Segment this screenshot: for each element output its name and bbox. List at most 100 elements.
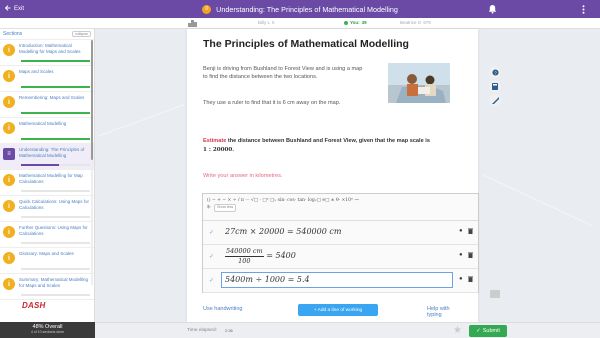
section-progress-bar [21, 242, 90, 244]
add-line-label: + Add a line of working [313, 307, 363, 313]
dollar-symbol-button[interactable]: $· [207, 205, 211, 210]
help-typing-link[interactable]: Help with typing [427, 306, 463, 318]
check-icon: ✓ [209, 254, 215, 260]
period-text: . [232, 146, 234, 153]
lesson-card: The Principles of Mathematical Modelling… [187, 29, 479, 322]
section-progress-fill [21, 164, 59, 166]
menu-icon[interactable] [582, 5, 585, 16]
show-less-button[interactable]: Show less [214, 204, 237, 212]
illustration-image [388, 63, 450, 103]
ruler-icon[interactable] [489, 94, 501, 106]
your-score: You: 39 [344, 20, 367, 25]
sidebar-section-item[interactable]: i Further Questions: Using Maps for Calcu… [0, 222, 94, 248]
comment-icon[interactable]: ● [459, 228, 463, 236]
fraction-result: = 5400 [263, 251, 296, 260]
lesson-header: ≡ Understanding: The Principles of Mathe… [0, 0, 600, 18]
submit-button[interactable]: ✓ Submit [469, 325, 507, 337]
top-bar: Exit ≡ Understanding: The Principles of … [0, 0, 600, 18]
map-scale: 1 : 20000 [203, 146, 233, 153]
working-expression[interactable]: 27cm × 20000 = 540000 cm [225, 227, 341, 236]
info-icon: i [3, 44, 15, 56]
question-prompt: Estimate the distance between Bushland a… [203, 137, 463, 154]
lesson-title: The Principles of Mathematical Modelling [203, 38, 409, 50]
background-line [97, 104, 185, 137]
info-icon: i [3, 70, 15, 82]
hint-icon[interactable]: ? [489, 66, 501, 78]
working-input[interactable]: 5400m ÷ 1000 = 5.4 [221, 272, 453, 288]
chat-icon[interactable] [490, 290, 500, 298]
trash-icon[interactable] [467, 276, 473, 284]
math-toolbar[interactable]: () − + − × ÷ / π ··· √□ · □ⁿ □ₓ sin· cos… [203, 194, 478, 221]
sidebar-section-item[interactable]: i Mathematical Modelling [0, 118, 94, 144]
working-expression[interactable]: 540000 cm 100 = 5400 [225, 248, 296, 264]
overall-progress: 48% Overall 4 of 10 sections done [0, 322, 95, 338]
sidebar-section-item[interactable]: ≡ Understanding: The Principles of Mathem… [0, 144, 94, 170]
opponent-right-name: Beatrice O [400, 20, 422, 25]
info-icon: i [3, 200, 15, 212]
logo-text: DASH [22, 301, 46, 310]
sidebar-header: Sections collapse [0, 29, 94, 40]
info-icon: i [3, 226, 15, 238]
answer-instruction: Write your answer in kilometres. [203, 173, 283, 179]
working-line[interactable]: ✓ 27cm × 20000 = 540000 cm ● [203, 221, 478, 245]
list-icon: ≡ [3, 148, 15, 160]
podium-icon [188, 20, 197, 29]
time-elapsed-label: Time elapsed: [187, 328, 217, 333]
section-progress-bar [21, 268, 90, 270]
sidebar-section-item[interactable]: i Maps and Scales [0, 66, 94, 92]
your-score-label: You: [350, 20, 360, 25]
sidebar-section-item[interactable]: i Mathematical Modelling for Map Calculat… [0, 170, 94, 196]
comment-icon[interactable]: ● [459, 276, 463, 284]
page-title: Understanding: The Principles of Mathema… [216, 4, 398, 14]
star-icon[interactable]: ★ [453, 325, 462, 336]
opponent-left-name: Billy L [258, 20, 271, 25]
dash-logo: DASH [22, 301, 45, 310]
working-area: () − + − × ÷ / π ··· √□ · □ⁿ □ₓ sin· cos… [202, 193, 479, 293]
check-icon: ✓ [209, 230, 215, 236]
sidebar-section-item[interactable]: i Summary: Mathematical Modelling for Map… [0, 274, 94, 300]
info-icon: i [3, 174, 15, 186]
section-progress-fill [21, 138, 90, 140]
calculator-icon[interactable] [489, 80, 501, 92]
submit-label: Submit [482, 328, 500, 334]
sidebar-section-item[interactable]: i Quick Calculations: Using Maps for Calc… [0, 196, 94, 222]
question-paragraph: Benji is driving from Bushland to Forest… [203, 66, 363, 81]
list-icon: ≡ [202, 4, 212, 14]
sidebar-heading: Sections [3, 31, 23, 37]
use-handwriting-link[interactable]: Use handwriting [203, 306, 242, 312]
sidebar-section-item[interactable]: i Glossary: Maps and Scales [0, 248, 94, 274]
sidebar-section-item[interactable]: i Introduction: Mathematical Modelling fo… [0, 40, 94, 66]
question-paragraph: They use a ruler to find that it is 6 cm… [203, 100, 341, 106]
add-line-button[interactable]: + Add a line of working [298, 304, 378, 316]
opponent-left-score: Billy L 5 [258, 20, 275, 25]
leaderboard-bar: Billy L 5 You: 39 Beatrice O 979 [0, 18, 600, 29]
section-progress-bar [21, 138, 90, 140]
fraction-denominator: 100 [238, 256, 251, 265]
scrollbar-thumb[interactable] [91, 40, 93, 160]
your-score-value: 39 [361, 20, 367, 25]
symbol-palette[interactable]: () − + − × ÷ / π ··· √□ · □ⁿ □ₓ sin· cos… [207, 197, 474, 204]
section-progress-fill [21, 86, 90, 88]
overall-progress-sub: 4 of 10 sections done [30, 330, 65, 334]
opponent-left-value: 5 [272, 20, 275, 25]
section-list: i Introduction: Mathematical Modelling fo… [0, 40, 94, 300]
info-icon: i [3, 278, 15, 290]
working-line-active[interactable]: ✓ 5400m ÷ 1000 = 5.4 ● [203, 269, 478, 293]
sidebar-scrollbar[interactable] [91, 40, 93, 285]
bell-icon[interactable] [488, 4, 497, 16]
trash-icon[interactable] [467, 252, 473, 260]
working-expression[interactable]: 5400m ÷ 1000 = 5.4 [225, 275, 310, 284]
comment-icon[interactable]: ● [459, 252, 463, 260]
working-line[interactable]: ✓ 540000 cm 100 = 5400 ● [203, 245, 478, 269]
info-icon: i [3, 96, 15, 108]
check-icon: ✓ [209, 278, 215, 284]
section-progress-bar [21, 216, 90, 218]
collapse-button[interactable]: collapse [72, 31, 91, 37]
info-icon: i [3, 252, 15, 264]
trash-icon[interactable] [467, 228, 473, 236]
section-progress-bar [21, 86, 90, 88]
time-elapsed-value: 2:36 [225, 328, 233, 333]
sidebar-section-item[interactable]: i Remembering: Maps and Scales [0, 92, 94, 118]
section-progress-bar [21, 112, 90, 114]
status-bar: Time elapsed: 2:36 ★ ✓ Submit [95, 322, 600, 338]
